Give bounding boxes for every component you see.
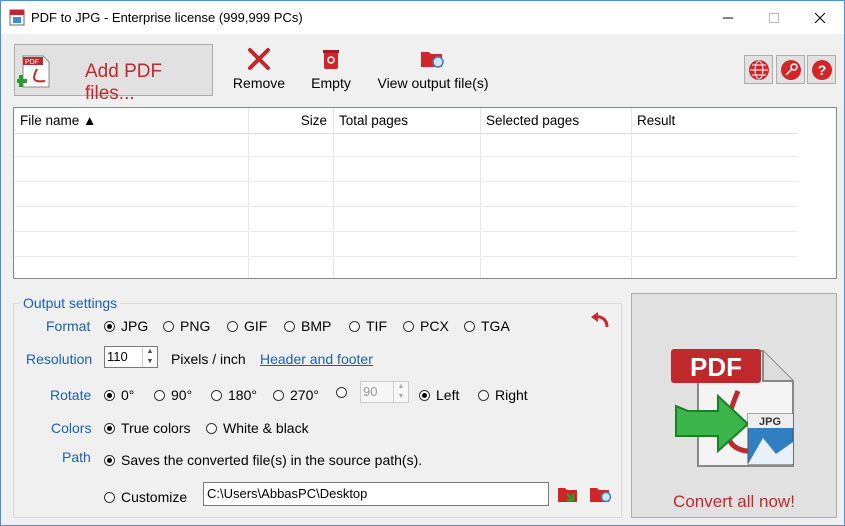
close-icon	[815, 12, 825, 23]
source-path-radio[interactable]: Saves the converted file(s) in the sourc…	[104, 452, 422, 468]
svg-text:?: ?	[817, 62, 826, 78]
format-radio-bmp[interactable]: BMP	[284, 318, 331, 334]
column-size[interactable]: Size	[248, 108, 327, 133]
convert-all-button[interactable]: PDF JPG Convert all now!	[631, 293, 837, 518]
convert-all-label: Convert all now!	[673, 492, 795, 511]
window-title: PDF to JPG - Enterprise license (999,999…	[31, 10, 303, 25]
help-button[interactable]: ?	[807, 55, 836, 84]
format-radio-png[interactable]: PNG	[163, 318, 210, 334]
svg-text:JPG: JPG	[759, 416, 781, 428]
resolution-unit: Pixels / inch	[171, 351, 246, 367]
app-icon	[9, 9, 25, 26]
key-icon	[780, 59, 801, 80]
true-colors-radio[interactable]: True colors	[104, 420, 191, 436]
help-icon: ?	[811, 59, 832, 80]
view-output-label: View output file(s)	[377, 75, 489, 91]
remove-button[interactable]: Remove	[230, 47, 288, 91]
trash-icon	[323, 50, 339, 69]
format-radio-gif[interactable]: GIF	[227, 318, 267, 334]
open-folder-icon[interactable]	[589, 484, 613, 504]
empty-button[interactable]: Empty	[304, 47, 358, 91]
app-window: PDF to JPG - Enterprise license (999,999…	[0, 0, 845, 526]
colors-label: Colors	[51, 420, 92, 436]
globe-icon	[748, 59, 769, 80]
maximize-button[interactable]	[751, 1, 797, 34]
website-button[interactable]	[744, 55, 773, 84]
browse-folder-icon[interactable]	[557, 484, 579, 504]
maximize-icon	[769, 12, 779, 23]
view-output-files-button[interactable]: View output file(s)	[375, 47, 491, 91]
minimize-button[interactable]	[705, 1, 751, 34]
svg-text:PDF: PDF	[690, 352, 742, 382]
remove-label: Remove	[232, 75, 286, 91]
header-footer-link[interactable]: Header and footer	[260, 351, 373, 367]
pdf-to-jpg-logo-icon: PDF JPG	[671, 349, 794, 467]
add-pdf-icon: PDF	[17, 55, 50, 88]
column-file-name[interactable]: File name ▲	[20, 108, 96, 133]
format-label: Format	[46, 318, 91, 334]
rotate-radio-270[interactable]: 270°	[273, 387, 319, 403]
rotate-radio-90[interactable]: 90°	[154, 387, 192, 403]
file-list-grid[interactable]: File name ▲ Size Total pages Selected pa…	[13, 107, 837, 279]
rotate-radio-custom[interactable]	[336, 387, 353, 398]
rotate-right-radio[interactable]: Right	[478, 387, 528, 403]
rotate-radio-180[interactable]: 180°	[211, 387, 257, 403]
remove-x-icon	[248, 48, 270, 70]
svg-text:PDF: PDF	[25, 59, 39, 66]
rotate-angle-spinbox: 90 ▲ ▼	[360, 381, 409, 403]
reset-undo-icon[interactable]	[589, 309, 611, 331]
format-radio-pcx[interactable]: PCX	[403, 318, 449, 334]
empty-label: Empty	[311, 75, 351, 91]
customize-path-radio[interactable]: Customize	[104, 489, 187, 505]
column-total-pages[interactable]: Total pages	[339, 108, 408, 133]
spin-arrows-icon[interactable]: ▲ ▼	[142, 347, 157, 367]
resolution-spinbox[interactable]: 110 ▲ ▼	[104, 346, 158, 368]
folder-search-icon	[421, 52, 444, 68]
column-selected-pages[interactable]: Selected pages	[486, 108, 579, 133]
add-pdf-files-label: Add PDF files...	[85, 61, 163, 104]
format-radio-jpg[interactable]: JPG	[104, 318, 148, 334]
rotate-radio-0[interactable]: 0°	[104, 387, 134, 403]
path-label: Path	[62, 449, 91, 465]
rotate-label: Rotate	[50, 387, 92, 403]
title-bar: PDF to JPG - Enterprise license (999,999…	[1, 1, 844, 34]
format-radio-tif[interactable]: TIF	[349, 318, 387, 334]
white-black-radio[interactable]: White & black	[206, 420, 309, 436]
add-pdf-files-button[interactable]: PDF Add PDF files...	[14, 44, 213, 104]
output-path-field[interactable]: C:\Users\AbbasPC\Desktop	[203, 482, 549, 506]
minimize-icon	[723, 17, 733, 18]
resolution-label: Resolution	[26, 351, 93, 367]
column-result[interactable]: Result	[637, 108, 675, 133]
format-radio-tga[interactable]: TGA	[464, 318, 510, 334]
close-button[interactable]	[797, 1, 843, 34]
license-key-button[interactable]	[776, 55, 805, 84]
rotate-left-radio[interactable]: Left	[419, 387, 459, 403]
output-settings-legend: Output settings	[23, 295, 118, 311]
spin-arrows-icon: ▲ ▼	[393, 382, 408, 402]
